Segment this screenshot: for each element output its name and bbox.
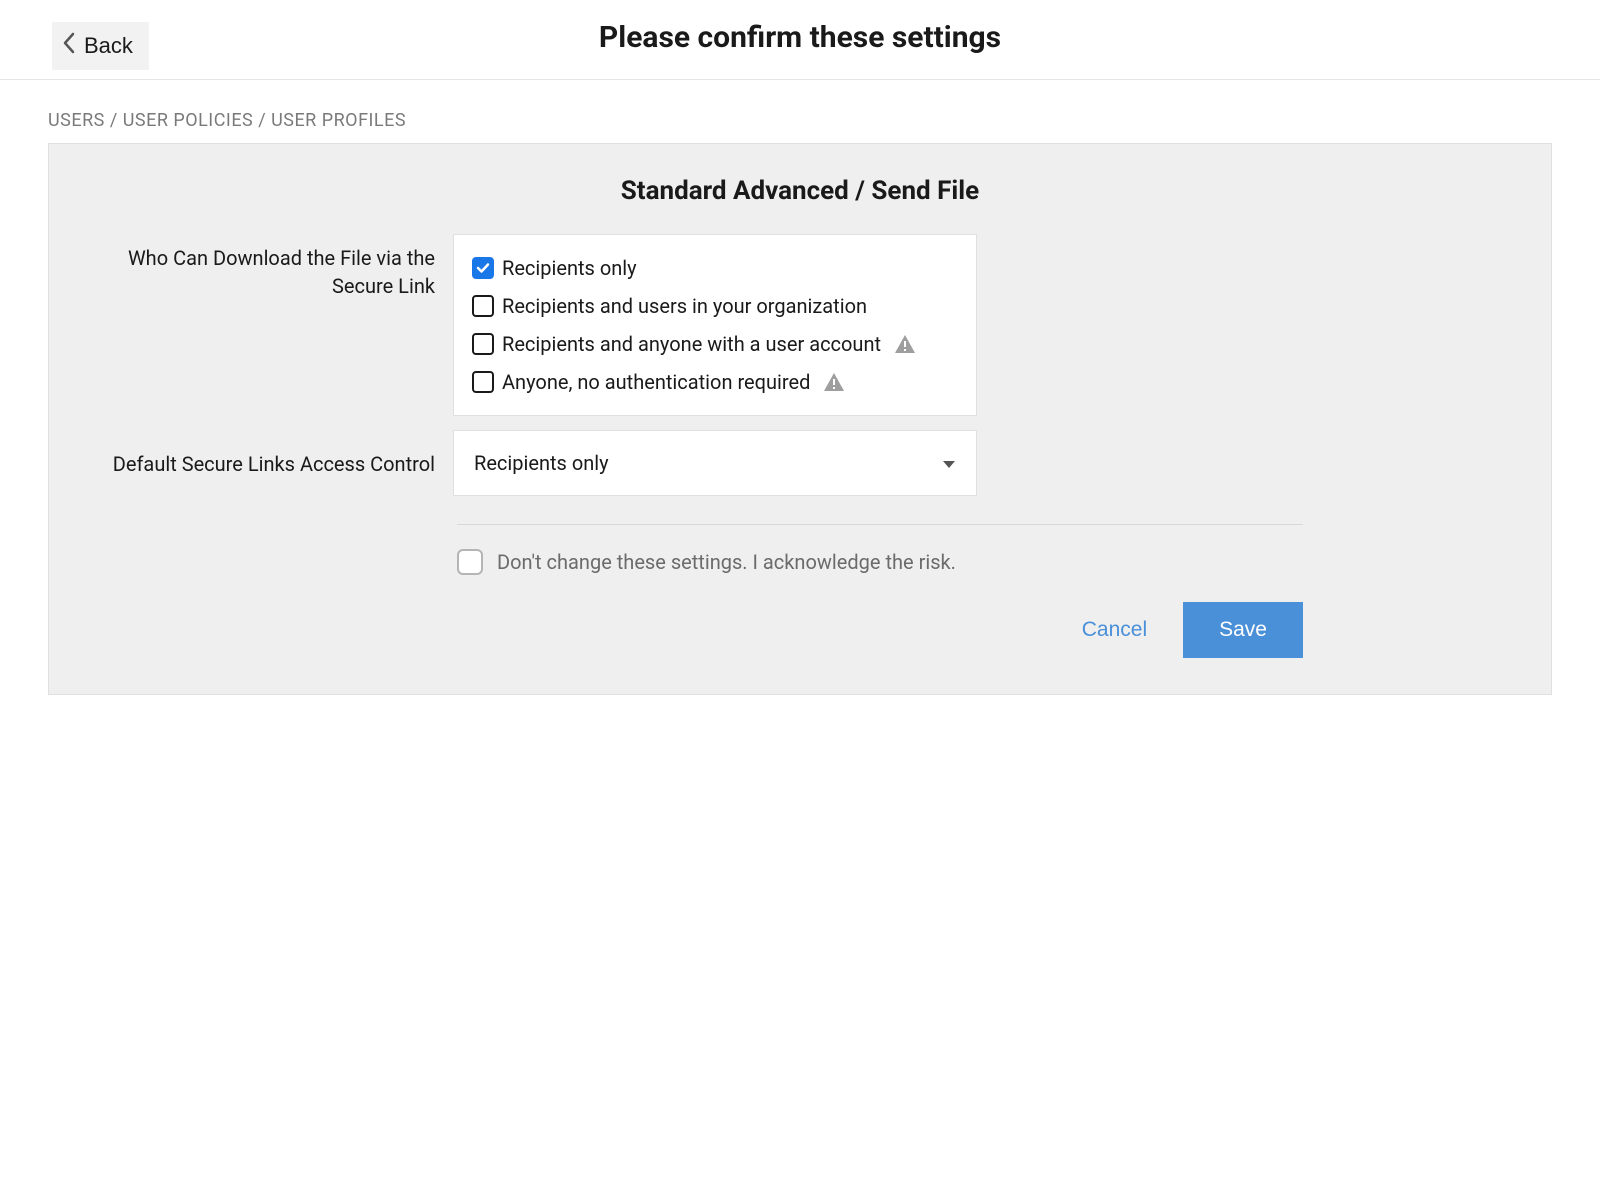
option-label: Recipients and users in your organizatio… (502, 294, 867, 318)
page-title: Please confirm these settings (599, 20, 1001, 55)
chevron-down-icon (942, 451, 956, 475)
option-recipients-only[interactable]: Recipients only (472, 249, 958, 287)
select-value: Recipients only (474, 451, 609, 475)
download-label: Who Can Download the File via the Secure… (63, 234, 453, 300)
option-recipients-anyone-account[interactable]: Recipients and anyone with a user accoun… (472, 325, 958, 363)
save-button[interactable]: Save (1183, 602, 1303, 658)
panel-footer: Don't change these settings. I acknowled… (49, 524, 1551, 658)
header: Back Please confirm these settings (0, 0, 1600, 80)
option-label: Anyone, no authentication required (502, 370, 810, 394)
checkbox-icon (472, 371, 494, 393)
download-row: Who Can Download the File via the Secure… (49, 234, 1551, 416)
back-button[interactable]: Back (52, 22, 149, 70)
action-buttons: Cancel Save (457, 578, 1303, 658)
chevron-left-icon (62, 32, 76, 60)
option-label: Recipients only (502, 256, 637, 280)
option-anyone-no-auth[interactable]: Anyone, no authentication required (472, 363, 958, 401)
checkbox-icon (472, 333, 494, 355)
warning-icon (893, 332, 917, 356)
panel-title: Standard Advanced / Send File (49, 176, 1551, 206)
default-access-label: Default Secure Links Access Control (63, 430, 453, 478)
option-recipients-org[interactable]: Recipients and users in your organizatio… (472, 287, 958, 325)
warning-icon (822, 370, 846, 394)
cancel-button[interactable]: Cancel (1074, 604, 1155, 656)
settings-panel: Standard Advanced / Send File Who Can Do… (48, 143, 1552, 695)
back-label: Back (84, 33, 133, 59)
content: USERS / USER POLICIES / USER PROFILES St… (0, 80, 1600, 695)
default-access-select[interactable]: Recipients only (453, 430, 977, 496)
checkbox-icon (472, 257, 494, 279)
option-label: Recipients and anyone with a user accoun… (502, 332, 881, 356)
breadcrumb: USERS / USER POLICIES / USER PROFILES (48, 80, 1552, 143)
acknowledge-checkbox[interactable] (457, 549, 483, 575)
default-access-row: Default Secure Links Access Control Reci… (49, 430, 1551, 496)
download-options: Recipients only Recipients and users in … (453, 234, 977, 416)
checkbox-icon (472, 295, 494, 317)
acknowledge-text: Don't change these settings. I acknowled… (497, 547, 956, 578)
acknowledge-row[interactable]: Don't change these settings. I acknowled… (457, 525, 1303, 578)
